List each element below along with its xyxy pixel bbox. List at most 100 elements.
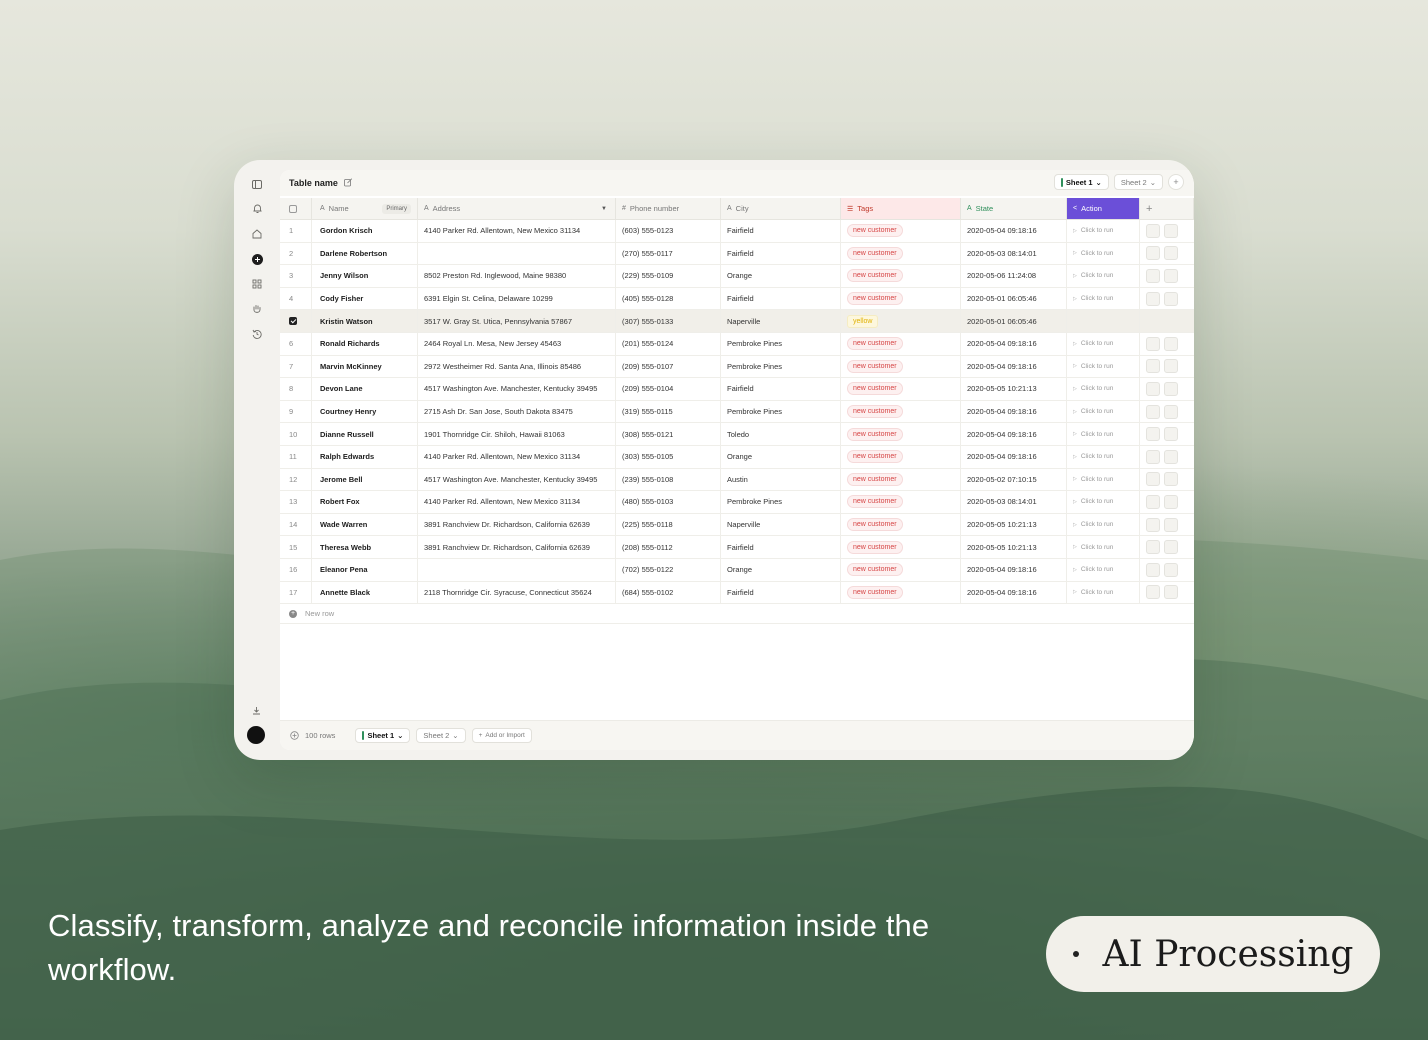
cell-phone[interactable]: (308) 555-0121 <box>616 423 721 445</box>
cell-address[interactable]: 2715 Ash Dr. San Jose, South Dakota 8347… <box>418 400 616 423</box>
run-button[interactable]: ▷ Click to run <box>1073 385 1113 392</box>
column-header-name[interactable]: A Name Primary <box>312 198 418 219</box>
table-row[interactable]: Kristin Watson 3517 W. Gray St. Utica, Pe… <box>280 310 1194 333</box>
cell-phone[interactable]: (229) 555-0109 <box>616 265 721 287</box>
cell-state[interactable]: 2020-05-04 09:18:16 <box>961 400 1067 423</box>
table-row[interactable]: 14 Wade Warren 3891 Ranchview Dr. Richards… <box>280 513 1194 537</box>
run-button[interactable]: ▷ Click to run <box>1073 521 1113 528</box>
cell-state[interactable]: 2020-05-04 09:18:16 <box>961 355 1067 378</box>
action-cell[interactable]: ▷ Click to run <box>1067 491 1140 513</box>
cell-name[interactable]: Robert Fox <box>312 491 418 513</box>
cell-address[interactable]: 4140 Parker Rd. Allentown, New Mexico 31… <box>418 491 616 513</box>
action-cell[interactable]: ▷ Click to run <box>1067 558 1140 581</box>
table-row[interactable]: 3 Jenny Wilson 8502 Preston Rd. Inglewood,… <box>280 265 1194 288</box>
cell-tags[interactable]: new customer <box>841 423 961 445</box>
cell-city[interactable]: Fairfield <box>721 287 841 310</box>
cell-state[interactable]: 2020-05-03 08:14:01 <box>961 491 1067 513</box>
image-thumb-icon[interactable] <box>1146 246 1160 261</box>
cell-tags[interactable]: new customer <box>841 581 961 604</box>
action-cell[interactable]: ▷ Click to run <box>1067 220 1140 242</box>
run-button[interactable]: ▷ Click to run <box>1073 589 1113 596</box>
action-cell[interactable]: ▷ Click to run <box>1067 378 1140 400</box>
cell-city[interactable]: Toledo <box>721 423 841 445</box>
cell-address[interactable] <box>418 558 616 581</box>
file-thumb-icon[interactable] <box>1164 381 1178 396</box>
cell-phone[interactable]: (270) 555-0117 <box>616 242 721 265</box>
file-thumb-icon[interactable] <box>1164 472 1178 487</box>
image-thumb-icon[interactable] <box>1146 268 1160 283</box>
cell-name[interactable]: Cody Fisher <box>312 287 418 310</box>
action-cell[interactable]: ▷ Click to run <box>1067 445 1140 468</box>
cell-name[interactable]: Annette Black <box>312 581 418 604</box>
action-cell[interactable]: ▷ Click to run <box>1067 400 1140 423</box>
row-select-cell[interactable] <box>280 310 312 332</box>
file-thumb-icon[interactable] <box>1164 585 1178 600</box>
cell-phone[interactable]: (702) 555-0122 <box>616 558 721 581</box>
cell-state[interactable]: 2020-05-06 11:24:08 <box>961 265 1067 287</box>
cell-city[interactable]: Pembroke Pines <box>721 491 841 513</box>
grid-icon[interactable] <box>249 276 265 292</box>
cell-city[interactable]: Austin <box>721 468 841 491</box>
action-cell[interactable]: ▷ Click to run <box>1067 468 1140 491</box>
cell-phone[interactable]: (208) 555-0112 <box>616 536 721 558</box>
cell-name[interactable]: Kristin Watson <box>312 310 418 332</box>
cell-address[interactable]: 4140 Parker Rd. Allentown, New Mexico 31… <box>418 445 616 468</box>
run-button[interactable]: ▷ Click to run <box>1073 340 1113 347</box>
cell-name[interactable]: Eleanor Pena <box>312 558 418 581</box>
history-icon[interactable] <box>249 326 265 342</box>
cell-state[interactable]: 2020-05-01 06:05:46 <box>961 287 1067 310</box>
table-row[interactable]: 9 Courtney Henry 2715 Ash Dr. San Jose, So… <box>280 400 1194 424</box>
cell-state[interactable]: 2020-05-04 09:18:16 <box>961 445 1067 468</box>
cell-city[interactable]: Orange <box>721 558 841 581</box>
new-row-button[interactable]: + New row <box>280 604 1194 625</box>
add-circle-icon[interactable] <box>249 251 265 267</box>
cell-tags[interactable]: new customer <box>841 265 961 287</box>
cell-state[interactable]: 2020-05-04 09:18:16 <box>961 423 1067 445</box>
cell-address[interactable]: 4517 Washington Ave. Manchester, Kentuck… <box>418 468 616 491</box>
file-thumb-icon[interactable] <box>1164 359 1178 374</box>
cell-name[interactable]: Devon Lane <box>312 378 418 400</box>
table-row[interactable]: 6 Ronald Richards 2464 Royal Ln. Mesa, New… <box>280 332 1194 356</box>
add-or-import-button[interactable]: + Add or Import <box>471 728 532 743</box>
cell-state[interactable]: 2020-05-04 09:18:16 <box>961 581 1067 604</box>
image-thumb-icon[interactable] <box>1146 404 1160 419</box>
table-row[interactable]: 16 Eleanor Pena (702) 555-0122 Orange new cu… <box>280 558 1194 582</box>
cell-city[interactable]: Fairfield <box>721 378 841 400</box>
cell-name[interactable]: Gordon Krisch <box>312 220 418 242</box>
run-button[interactable]: ▷ Click to run <box>1073 431 1113 438</box>
cell-state[interactable]: 2020-05-05 10:21:13 <box>961 378 1067 400</box>
run-button[interactable]: ▷ Click to run <box>1073 272 1113 279</box>
image-thumb-icon[interactable] <box>1146 449 1160 464</box>
action-cell[interactable]: ▷ Click to run <box>1067 242 1140 265</box>
cell-state[interactable]: 2020-05-05 10:21:13 <box>961 513 1067 536</box>
cell-name[interactable]: Wade Warren <box>312 513 418 536</box>
cell-name[interactable]: Jerome Bell <box>312 468 418 491</box>
table-row[interactable]: 10 Dianne Russell 1901 Thornridge Cir. Shi… <box>280 423 1194 446</box>
cell-state[interactable]: 2020-05-04 09:18:16 <box>961 558 1067 581</box>
cell-state[interactable]: 2020-05-03 08:14:01 <box>961 242 1067 265</box>
select-all-cell[interactable] <box>280 198 312 219</box>
cell-name[interactable]: Dianne Russell <box>312 423 418 445</box>
cell-city[interactable]: Fairfield <box>721 581 841 604</box>
image-thumb-icon[interactable] <box>1146 517 1160 532</box>
footer-tab-sheet-2[interactable]: Sheet 2 ⌄ <box>416 728 466 743</box>
row-checkbox[interactable] <box>289 317 297 326</box>
run-button[interactable]: ▷ Click to run <box>1073 363 1113 370</box>
cell-phone[interactable]: (303) 555-0105 <box>616 445 721 468</box>
table-row[interactable]: 1 Gordon Krisch 4140 Parker Rd. Allentown,… <box>280 220 1194 243</box>
file-thumb-icon[interactable] <box>1164 336 1178 351</box>
tab-sheet-1[interactable]: Sheet 1 ⌄ <box>1053 174 1109 190</box>
column-header-state[interactable]: A State <box>961 198 1067 219</box>
cell-phone[interactable]: (307) 555-0133 <box>616 310 721 332</box>
cell-address[interactable]: 2972 Westheimer Rd. Santa Ana, Illinois … <box>418 355 616 378</box>
cell-tags[interactable]: new customer <box>841 468 961 491</box>
image-thumb-icon[interactable] <box>1146 223 1160 238</box>
cell-tags[interactable]: new customer <box>841 355 961 378</box>
action-cell[interactable]: ▷ Click to run <box>1067 423 1140 445</box>
cell-phone[interactable]: (239) 555-0108 <box>616 468 721 491</box>
cell-address[interactable]: 1901 Thornridge Cir. Shiloh, Hawaii 8106… <box>418 423 616 445</box>
run-button[interactable]: ▷ Click to run <box>1073 566 1113 573</box>
table-row[interactable]: 13 Robert Fox 4140 Parker Rd. Allentown, N… <box>280 491 1194 514</box>
cell-tags[interactable]: new customer <box>841 536 961 558</box>
cell-city[interactable]: Orange <box>721 445 841 468</box>
